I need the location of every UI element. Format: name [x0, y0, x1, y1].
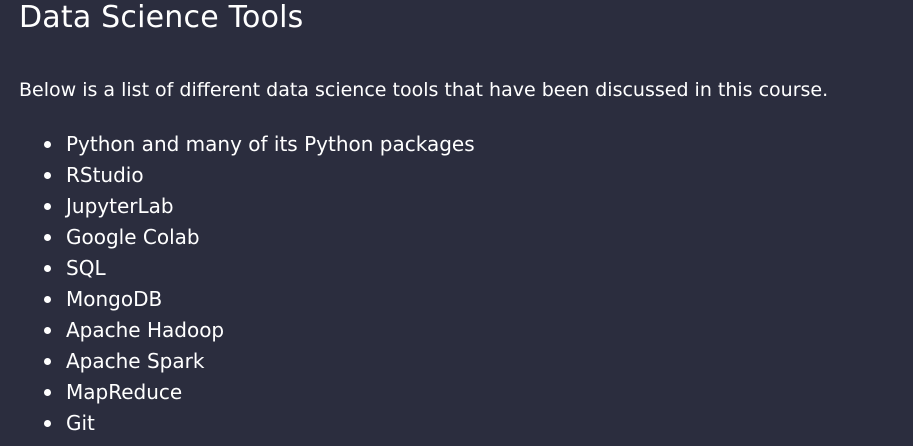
list-item-text: MongoDB [66, 287, 163, 311]
list-item-text: Apache Spark [66, 349, 205, 373]
list-item: RStudio [0, 160, 475, 191]
list-item-text: JupyterLab [66, 194, 174, 218]
bullet-icon [44, 389, 51, 396]
bullet-icon [44, 141, 51, 148]
bullet-icon [44, 358, 51, 365]
list-item-text: MapReduce [66, 380, 183, 404]
list-item: Apache Spark [0, 346, 475, 377]
bullet-icon [44, 203, 51, 210]
bullet-icon [44, 420, 51, 427]
list-item-text: RStudio [66, 163, 144, 187]
list-item: MongoDB [0, 284, 475, 315]
list-item: Python and many of its Python packages [0, 129, 475, 160]
bullet-icon [44, 265, 51, 272]
list-item-text: Python and many of its Python packages [66, 132, 475, 156]
bullet-icon [44, 327, 51, 334]
list-item: JupyterLab [0, 191, 475, 222]
list-item-text: SQL [66, 256, 106, 280]
list-item: Google Colab [0, 222, 475, 253]
list-item: Apache Hadoop [0, 315, 475, 346]
tools-list: Python and many of its Python packages R… [0, 129, 475, 439]
bullet-icon [44, 296, 51, 303]
bullet-icon [44, 234, 51, 241]
bullet-icon [44, 172, 51, 179]
list-item: MapReduce [0, 377, 475, 408]
intro-paragraph: Below is a list of different data scienc… [19, 79, 829, 101]
markdown-cell: Data Science Tools Below is a list of di… [0, 0, 913, 446]
list-item-text: Google Colab [66, 225, 200, 249]
list-item: SQL [0, 253, 475, 284]
list-item: Git [0, 408, 475, 439]
page-title: Data Science Tools [19, 0, 304, 35]
list-item-text: Apache Hadoop [66, 318, 225, 342]
list-item-text: Git [66, 411, 95, 435]
